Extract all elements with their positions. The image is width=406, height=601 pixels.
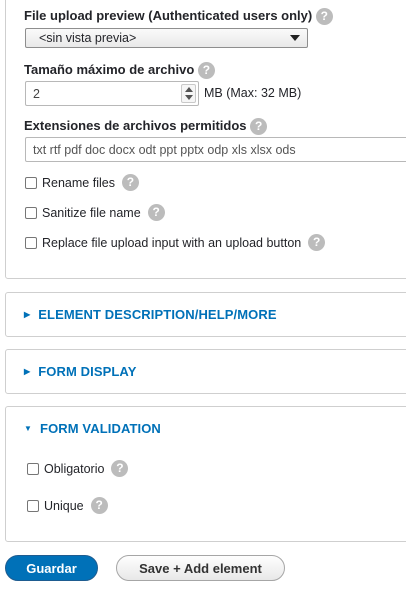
- file-settings-panel: File upload preview (Authenticated users…: [5, 0, 406, 279]
- save-button[interactable]: Guardar: [5, 555, 98, 581]
- help-icon[interactable]: ?: [121, 174, 139, 191]
- file-upload-preview-label: File upload preview (Authenticated users…: [24, 8, 333, 26]
- triangle-down-icon: ▼: [24, 424, 33, 433]
- max-size-label-text: Tamaño máximo de archivo: [24, 62, 195, 77]
- form-validation-section: ▼ FORM VALIDATION Obligatorio ? Unique ?: [5, 406, 406, 542]
- rename-files-checkbox[interactable]: [25, 176, 37, 189]
- select-value: <sin vista previa>: [39, 31, 137, 45]
- form-display-toggle[interactable]: ▶ FORM DISPLAY: [24, 364, 137, 379]
- extensions-value: txt rtf pdf doc docx odt ppt pptx odp xl…: [33, 143, 296, 157]
- unique-option[interactable]: Unique ?: [27, 497, 108, 514]
- element-description-section[interactable]: ▶ ELEMENT DESCRIPTION/HELP/MORE: [5, 292, 406, 337]
- number-stepper[interactable]: [181, 84, 196, 103]
- extensions-input[interactable]: txt rtf pdf doc docx odt ppt pptx odp xl…: [25, 137, 406, 162]
- max-size-input[interactable]: 2: [25, 81, 199, 106]
- sanitize-file-name-label[interactable]: Sanitize file name: [42, 206, 141, 220]
- unique-label[interactable]: Unique: [44, 499, 84, 513]
- replace-upload-input-option[interactable]: Replace file upload input with an upload…: [25, 234, 326, 251]
- help-icon[interactable]: ?: [147, 204, 165, 221]
- help-icon[interactable]: ?: [315, 8, 333, 26]
- sanitize-file-name-checkbox[interactable]: [25, 206, 37, 219]
- triangle-right-icon: ▶: [24, 310, 31, 319]
- required-checkbox[interactable]: [27, 462, 39, 475]
- help-icon[interactable]: ?: [250, 118, 268, 136]
- max-size-suffix: MB (Max: 32 MB): [204, 86, 302, 100]
- extensions-label-text: Extensiones de archivos permitidos: [24, 118, 247, 133]
- sanitize-file-name-option[interactable]: Sanitize file name ?: [25, 204, 165, 221]
- unique-checkbox[interactable]: [27, 499, 39, 512]
- replace-upload-input-checkbox[interactable]: [25, 236, 37, 249]
- chevron-down-icon[interactable]: [185, 95, 193, 100]
- file-upload-preview-select[interactable]: <sin vista previa>: [25, 28, 308, 48]
- form-validation-title[interactable]: FORM VALIDATION: [40, 421, 161, 436]
- max-size-value: 2: [33, 87, 40, 101]
- replace-upload-input-label[interactable]: Replace file upload input with an upload…: [42, 236, 301, 250]
- element-description-toggle[interactable]: ▶ ELEMENT DESCRIPTION/HELP/MORE: [24, 307, 277, 322]
- triangle-right-icon: ▶: [24, 367, 31, 376]
- element-description-title[interactable]: ELEMENT DESCRIPTION/HELP/MORE: [38, 307, 276, 322]
- rename-files-label[interactable]: Rename files: [42, 176, 115, 190]
- max-size-label: Tamaño máximo de archivo ?: [24, 62, 215, 80]
- help-icon[interactable]: ?: [308, 234, 326, 251]
- form-display-section[interactable]: ▶ FORM DISPLAY: [5, 349, 406, 394]
- help-icon[interactable]: ?: [90, 497, 108, 514]
- file-upload-preview-label-text: File upload preview (Authenticated users…: [24, 8, 313, 23]
- help-icon[interactable]: ?: [197, 62, 215, 80]
- required-option[interactable]: Obligatorio ?: [27, 460, 129, 477]
- extensions-label: Extensiones de archivos permitidos ?: [24, 118, 268, 136]
- form-validation-toggle[interactable]: ▼ FORM VALIDATION: [24, 421, 161, 436]
- chevron-down-icon: [290, 35, 300, 41]
- chevron-up-icon[interactable]: [185, 87, 193, 92]
- help-icon[interactable]: ?: [111, 460, 129, 477]
- rename-files-option[interactable]: Rename files ?: [25, 174, 139, 191]
- form-display-title[interactable]: FORM DISPLAY: [38, 364, 136, 379]
- required-label[interactable]: Obligatorio: [44, 462, 104, 476]
- save-add-element-button[interactable]: Save + Add element: [116, 555, 285, 581]
